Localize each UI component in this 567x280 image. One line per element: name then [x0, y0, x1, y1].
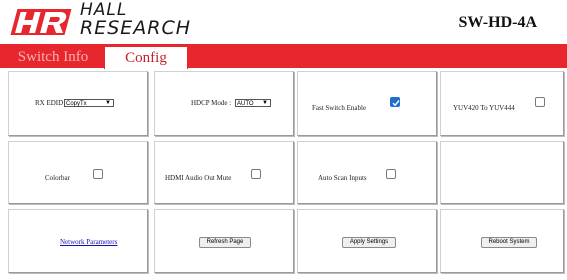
- tab-switch-info[interactable]: Switch Info: [8, 46, 98, 68]
- rx-edid-cell: RX EDID CopyTx ▼: [8, 71, 148, 136]
- chevron-down-icon: ▼: [262, 100, 268, 106]
- refresh-page-button[interactable]: Refresh Page: [199, 237, 251, 248]
- fast-switch-cell: Fast Switch Enable: [297, 71, 437, 136]
- colorbar-cell: Colorbar: [8, 141, 148, 204]
- colorbar-checkbox[interactable]: [93, 169, 103, 179]
- tab-config[interactable]: Config: [104, 46, 188, 69]
- auto-scan-cell: Auto Scan Inputs: [297, 141, 437, 204]
- chevron-down-icon: ▼: [105, 100, 111, 106]
- brand-name: HALL RESEARCH: [80, 2, 191, 38]
- network-parameters-link[interactable]: Network Parameters: [60, 238, 117, 246]
- yuv-label: YUV420 To YUV444: [453, 104, 515, 112]
- reboot-cell: Reboot System: [440, 209, 564, 273]
- hdcp-mode-cell: HDCP Mode : AUTO ▼: [154, 71, 294, 136]
- brand-line2: RESEARCH: [80, 17, 192, 39]
- empty-cell: [440, 141, 564, 204]
- refresh-cell: Refresh Page: [154, 209, 294, 273]
- hdcp-mode-value: AUTO: [237, 101, 254, 107]
- yuv-cell: YUV420 To YUV444: [440, 71, 564, 136]
- fast-switch-label: Fast Switch Enable: [312, 104, 367, 112]
- model-name: SW-HD-4A: [458, 14, 537, 31]
- header: HALL RESEARCH SW-HD-4A: [0, 0, 567, 44]
- yuv-checkbox[interactable]: [535, 97, 545, 107]
- hdmi-audio-cell: HDMI Audio Out Mute: [154, 141, 294, 204]
- apply-cell: Apply Settings: [297, 209, 437, 273]
- network-cell: Network Parameters: [8, 209, 148, 273]
- rx-edid-label: RX EDID: [35, 99, 64, 107]
- auto-scan-label: Auto Scan Inputs: [318, 174, 367, 182]
- rx-edid-value: CopyTx: [66, 101, 87, 107]
- hdcp-mode-label: HDCP Mode :: [191, 99, 232, 107]
- config-grid: RX EDID CopyTx ▼ HDCP Mode : AUTO ▼ Fast…: [8, 71, 564, 280]
- rx-edid-select[interactable]: CopyTx ▼: [64, 99, 114, 107]
- checkmark-icon: [392, 100, 400, 107]
- hall-research-logo: [10, 9, 72, 35]
- apply-settings-button[interactable]: Apply Settings: [342, 237, 396, 248]
- hdmi-audio-label: HDMI Audio Out Mute: [165, 174, 232, 182]
- colorbar-label: Colorbar: [45, 174, 70, 182]
- hdmi-audio-checkbox[interactable]: [251, 169, 261, 179]
- tab-bar: Switch Info Config: [0, 44, 567, 69]
- auto-scan-checkbox[interactable]: [386, 169, 396, 179]
- reboot-system-button[interactable]: Reboot System: [481, 237, 537, 248]
- fast-switch-checkbox[interactable]: [390, 97, 400, 107]
- hdcp-mode-select[interactable]: AUTO ▼: [235, 99, 271, 107]
